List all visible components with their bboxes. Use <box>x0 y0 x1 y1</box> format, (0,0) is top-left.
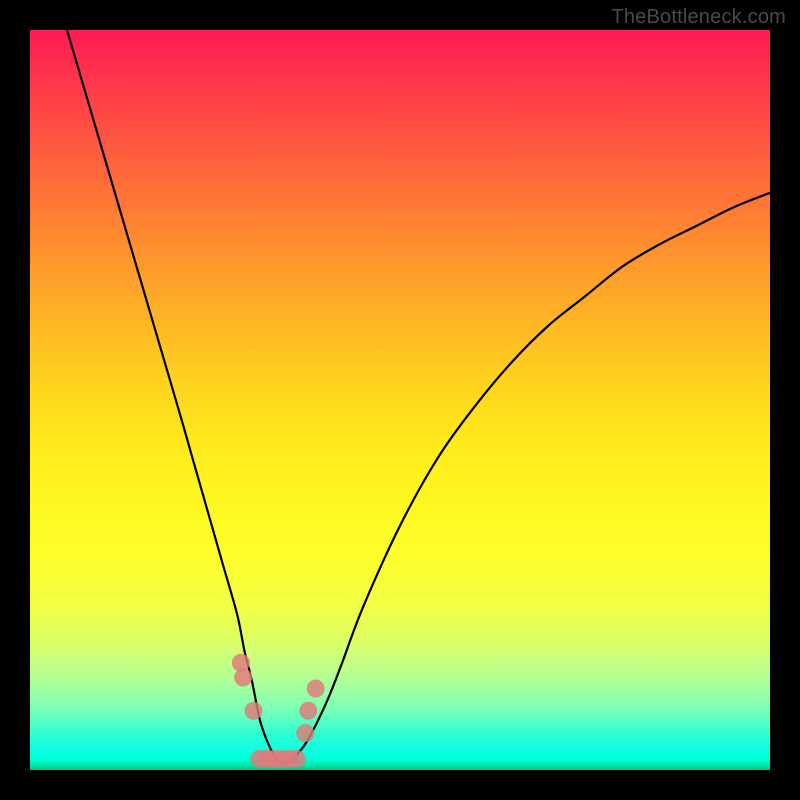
marker-group <box>232 654 325 768</box>
curve-marker <box>244 702 262 720</box>
curve-marker <box>296 724 314 742</box>
bottleneck-curve-chart <box>30 30 770 770</box>
watermark-text: TheBottleneck.com <box>611 6 786 29</box>
curve-marker <box>234 669 252 687</box>
curve-marker <box>287 750 305 768</box>
curve-line <box>67 30 770 764</box>
plot-area <box>30 30 770 770</box>
curve-marker <box>299 702 317 720</box>
chart-frame: TheBottleneck.com <box>0 0 800 800</box>
curve-marker <box>307 680 325 698</box>
